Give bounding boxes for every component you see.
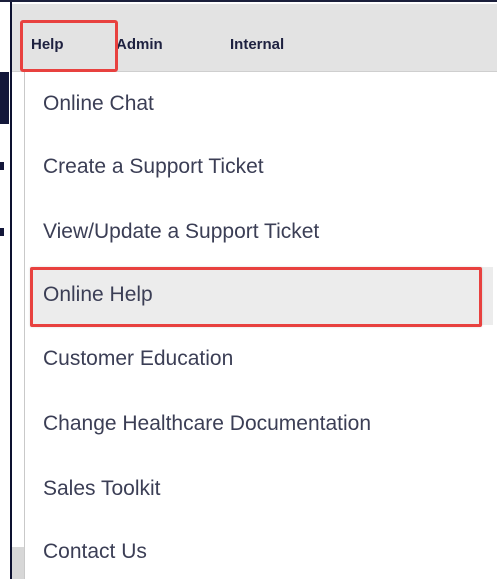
online-help-highlight [30, 267, 482, 327]
app-window: Help Admin Internal Online Chat Create a… [0, 0, 497, 579]
menu-item-change-healthcare-documentation[interactable]: Change Healthcare Documentation [43, 412, 371, 436]
page-edge [0, 2, 12, 579]
page-edge-notch [0, 72, 9, 124]
menu-item-sales-toolkit[interactable]: Sales Toolkit [43, 477, 161, 501]
page-edge-mark [0, 228, 4, 236]
menu-item-online-chat[interactable]: Online Chat [43, 92, 154, 116]
menu-admin[interactable]: Admin [116, 36, 163, 53]
page-edge-stub [12, 547, 24, 579]
menu-item-contact-us[interactable]: Contact Us [43, 540, 147, 564]
page-edge-mark [0, 162, 4, 170]
menu-item-view-update-support-ticket[interactable]: View/Update a Support Ticket [43, 220, 319, 244]
menu-internal[interactable]: Internal [230, 36, 284, 53]
menu-item-customer-education[interactable]: Customer Education [43, 347, 233, 371]
menu-item-create-support-ticket[interactable]: Create a Support Ticket [43, 155, 264, 179]
help-menu-highlight [20, 20, 118, 72]
